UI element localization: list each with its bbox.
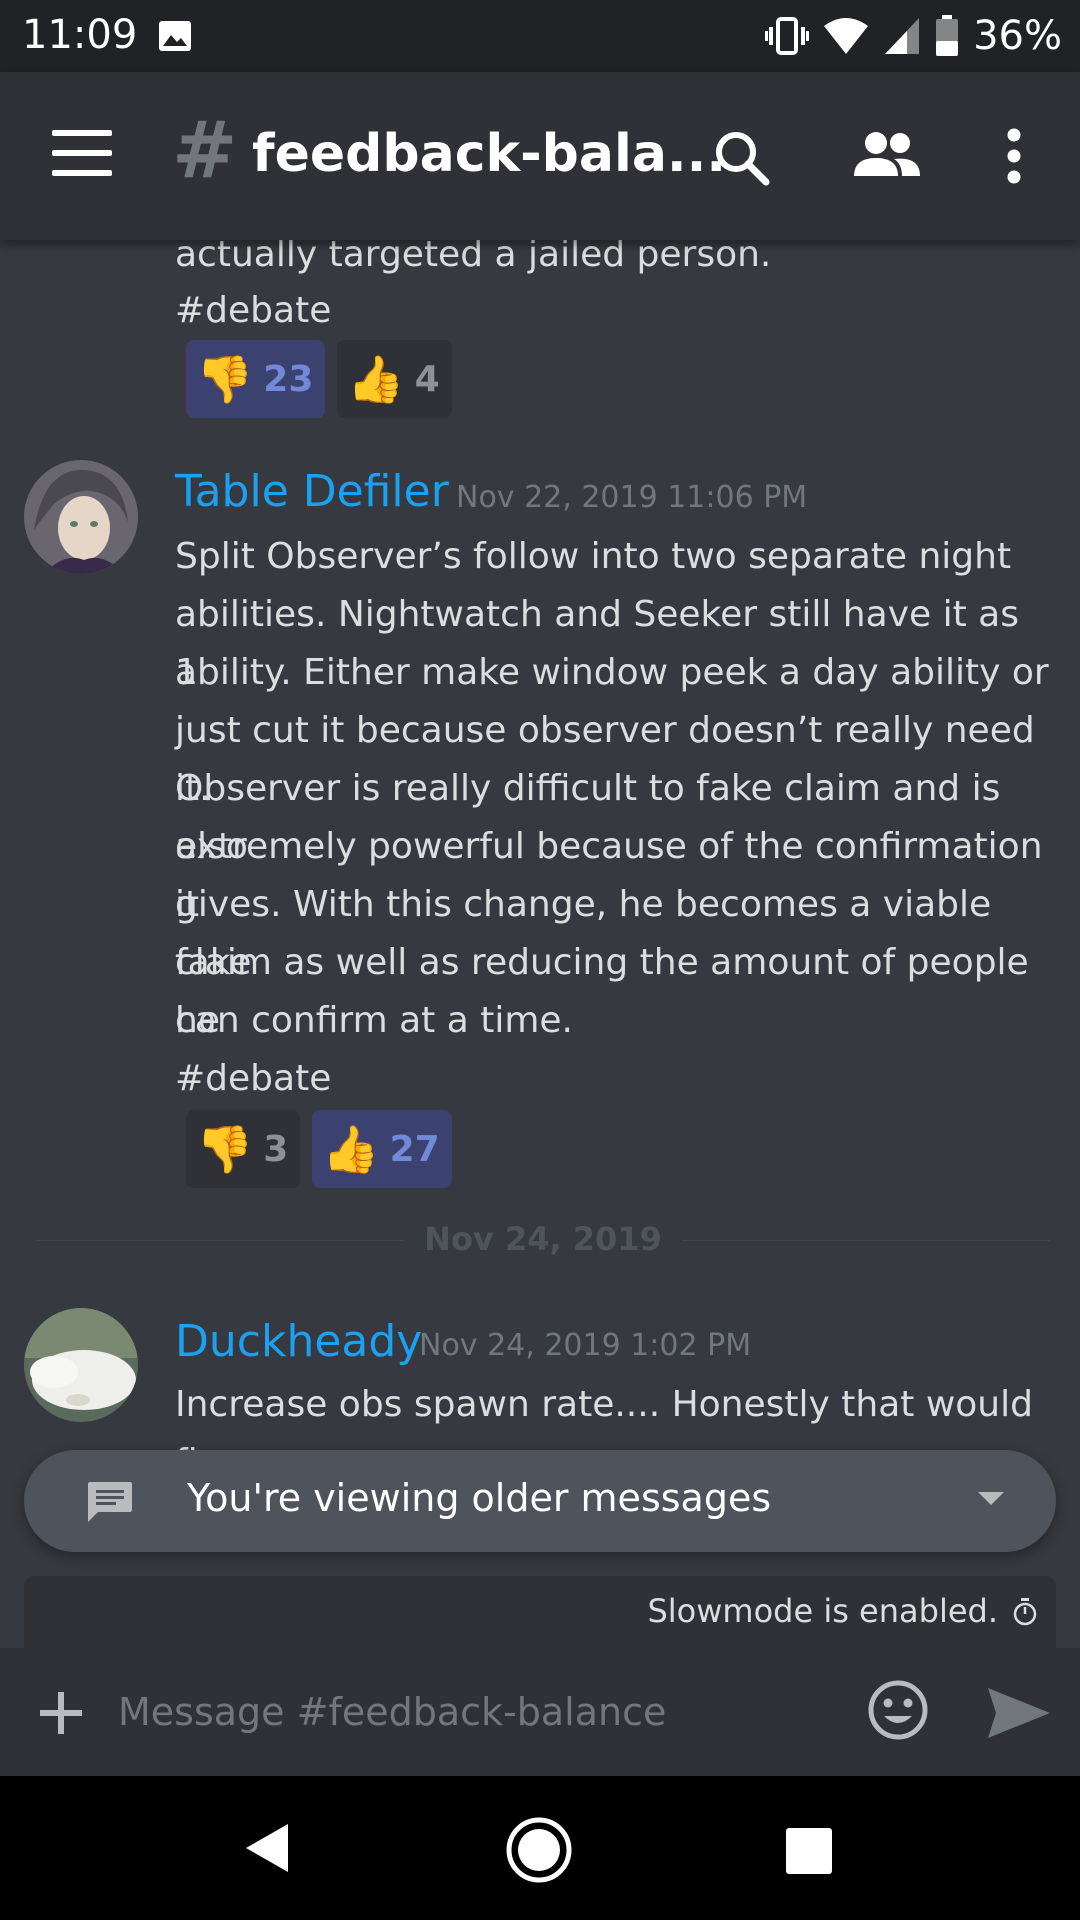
older-messages-banner[interactable]: You're viewing older messages [24, 1450, 1056, 1552]
wifi-icon [824, 18, 869, 54]
message-timestamp: Nov 22, 2019 11:06 PM [456, 480, 808, 515]
message-author[interactable]: Table Defiler [175, 466, 449, 517]
date-divider: Nov 24, 2019 [36, 1220, 1050, 1258]
status-icons: 36% [765, 12, 1062, 60]
timer-icon [1013, 1598, 1037, 1626]
search-icon[interactable] [712, 128, 772, 188]
message-author[interactable]: Duckheady [175, 1316, 422, 1367]
members-icon[interactable] [852, 130, 922, 180]
message-input[interactable] [118, 1684, 818, 1740]
vibrate-icon [765, 17, 810, 55]
message-list[interactable]: actually targeted a jailed person. #deba… [0, 240, 1080, 1650]
home-icon[interactable] [505, 1816, 573, 1884]
reaction-count: 23 [263, 358, 314, 400]
reaction-row: 👎 23 👍 4 [186, 340, 452, 418]
reaction-thumbs-down[interactable]: 👎 23 [186, 340, 326, 418]
reaction-count: 3 [263, 1128, 289, 1170]
message-text-line: ability. Either make window peek a day a… [175, 652, 1049, 693]
message-text-line: can confirm at a time. [175, 1000, 574, 1041]
battery-icon [936, 15, 959, 56]
slowmode-bar: Slowmode is enabled. [24, 1576, 1056, 1648]
recent-apps-icon[interactable] [786, 1828, 832, 1874]
thumbs-down-icon: 👎 [196, 1122, 254, 1176]
system-nav-bar [0, 1776, 1080, 1920]
thumbs-up-icon: 👍 [347, 352, 405, 406]
add-attachment-icon[interactable] [38, 1690, 84, 1736]
message-composer [0, 1648, 1080, 1776]
reaction-thumbs-down[interactable]: 👎 3 [186, 1110, 301, 1188]
back-icon[interactable] [244, 1822, 290, 1874]
emoji-icon[interactable] [866, 1678, 930, 1742]
message-tag: #debate [175, 1058, 332, 1099]
battery-percent: 36% [973, 13, 1062, 59]
chevron-down-icon[interactable] [978, 1492, 1004, 1505]
send-icon[interactable] [986, 1686, 1052, 1740]
message-tag: #debate [175, 290, 332, 331]
thumbs-up-icon: 👍 [322, 1122, 380, 1176]
reaction-count: 4 [414, 358, 440, 400]
image-notification-icon [159, 21, 191, 51]
avatar[interactable] [24, 1308, 138, 1422]
message-text-line: actually targeted a jailed person. [175, 240, 772, 275]
channel-hash-icon: # [172, 106, 238, 196]
menu-icon[interactable] [52, 130, 112, 180]
older-messages-label: You're viewing older messages [187, 1476, 772, 1520]
channel-title[interactable]: feedback-bala... [252, 124, 726, 184]
channel-header: # feedback-bala... [0, 72, 1080, 240]
message-text-line: Split Observer’s follow into two separat… [175, 536, 1012, 577]
status-bar: 11:09 36% [0, 0, 1080, 72]
status-time: 11:09 [22, 12, 138, 58]
reaction-row: 👎 3 👍 27 [186, 1110, 452, 1188]
more-options-icon[interactable] [1004, 128, 1024, 184]
date-divider-label: Nov 24, 2019 [404, 1220, 682, 1258]
reaction-thumbs-up[interactable]: 👍 4 [337, 340, 452, 418]
message-icon [88, 1482, 132, 1522]
avatar[interactable] [24, 460, 138, 574]
signal-icon [885, 18, 920, 54]
thumbs-down-icon: 👎 [196, 352, 254, 406]
reaction-count: 27 [389, 1128, 440, 1170]
message-timestamp: Nov 24, 2019 1:02 PM [419, 1328, 752, 1363]
reaction-thumbs-up[interactable]: 👍 27 [312, 1110, 452, 1188]
slowmode-label: Slowmode is enabled. [647, 1592, 998, 1630]
